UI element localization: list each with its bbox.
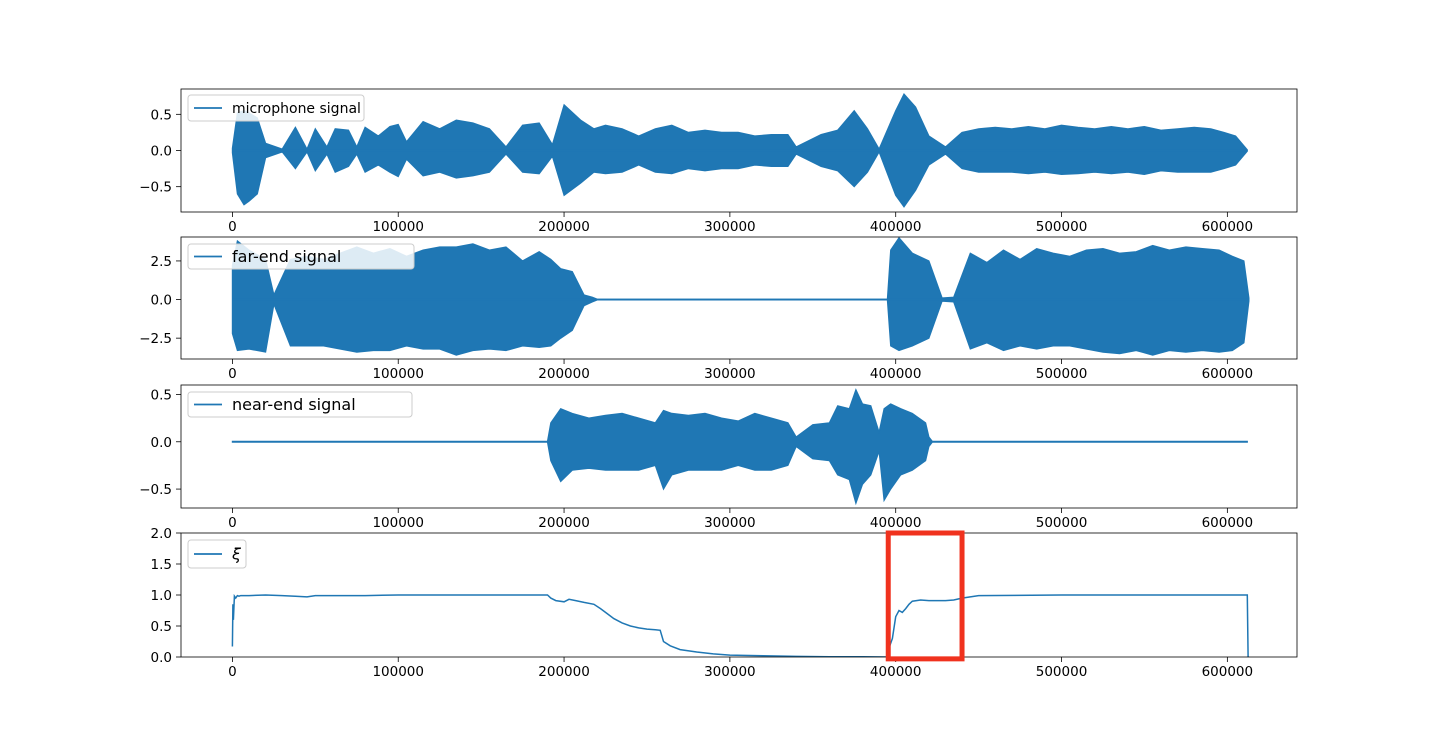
y-tick-label: 0.5 [151, 107, 172, 123]
legend: ξ [187, 539, 247, 569]
y-tick-label: 1.5 [151, 557, 172, 573]
x-tick-label: 500000 [1036, 515, 1088, 531]
x-tick-label: 400000 [870, 366, 922, 382]
legend-label: far-end signal [232, 247, 341, 266]
x-tick-label: 500000 [1036, 219, 1088, 235]
x-tick-label: 300000 [704, 366, 756, 382]
y-tick-label: 2.0 [151, 526, 172, 542]
x-tick-label: 100000 [372, 515, 424, 531]
x-tick-label: 500000 [1036, 366, 1088, 382]
y-tick-label: 0.0 [151, 650, 172, 666]
legend: near-end signal [187, 391, 413, 418]
x-tick-label: 100000 [372, 219, 424, 235]
y-tick-label: −0.5 [139, 482, 172, 498]
y-tick-label: 0.0 [151, 435, 172, 451]
x-tick-label: 400000 [870, 515, 922, 531]
figure: 0 100000 200000 300000 400000 500000 600000 −0.… [0, 0, 1440, 738]
y-tick-label: 0.5 [151, 619, 172, 635]
y-tick-label: 0.0 [151, 144, 172, 160]
y-tick-label: 0.5 [151, 387, 172, 403]
legend: microphone signal [187, 94, 365, 122]
y-tick-label: 0.0 [151, 293, 172, 309]
x-tick-label: 100000 [372, 664, 424, 680]
x-tick-label: 300000 [704, 219, 756, 235]
x-tick-label: 0 [228, 664, 237, 680]
x-tick-label: 400000 [870, 664, 922, 680]
x-tick-label: 600000 [1202, 219, 1254, 235]
x-tick-label: 0 [228, 515, 237, 531]
x-tick-label: 200000 [538, 515, 590, 531]
x-tick-label: 500000 [1036, 664, 1088, 680]
x-tick-label: 300000 [704, 515, 756, 531]
y-tick-label: −0.5 [139, 180, 172, 196]
x-tick-label: 200000 [538, 664, 590, 680]
x-tick-label: 600000 [1202, 664, 1254, 680]
x-tick-label: 300000 [704, 664, 756, 680]
x-tick-label: 0 [228, 366, 237, 382]
legend-label: ξ [231, 545, 242, 564]
x-tick-label: 600000 [1202, 515, 1254, 531]
y-tick-label: 2.5 [151, 254, 172, 270]
legend: far-end signal [187, 243, 415, 270]
x-tick-label: 200000 [538, 366, 590, 382]
legend-label: near-end signal [232, 395, 356, 414]
x-tick-label: 100000 [372, 366, 424, 382]
x-tick-label: 200000 [538, 219, 590, 235]
y-tick-label: 1.0 [151, 588, 172, 604]
legend-label: microphone signal [232, 101, 361, 117]
x-tick-label: 600000 [1202, 366, 1254, 382]
x-tick-label: 0 [228, 219, 237, 235]
y-tick-label: −2.5 [139, 331, 172, 347]
x-tick-label: 400000 [870, 219, 922, 235]
